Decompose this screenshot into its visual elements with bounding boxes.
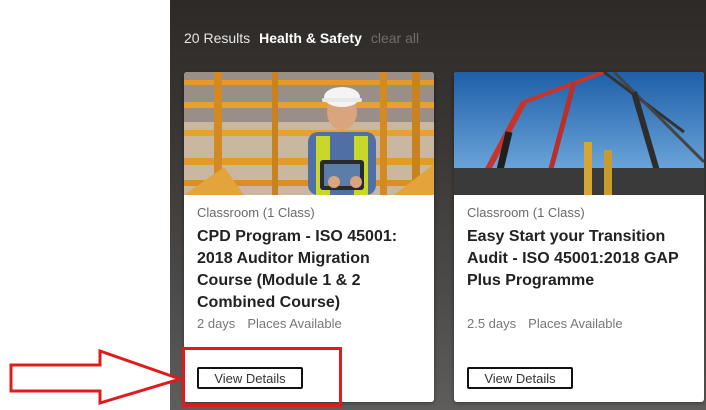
highlight-box [182,347,342,407]
course-duration: 2 days [197,316,236,331]
course-title[interactable]: Easy Start your Transition Audit - ISO 4… [467,226,695,292]
course-meta: 2 days Places Available [197,316,342,331]
course-availability: Places Available [247,316,342,331]
course-type: Classroom (1 Class) [197,205,315,220]
view-details-button[interactable]: View Details [467,367,573,389]
arrow-right-icon [9,348,185,406]
course-image-worker [184,72,434,195]
course-meta: 2.5 days Places Available [467,316,623,331]
results-count: 20 Results [184,30,251,46]
course-image-cranes [454,72,704,195]
course-title[interactable]: CPD Program - ISO 45001: 2018 Auditor Mi… [197,226,425,314]
course-type: Classroom (1 Class) [467,205,585,220]
results-bar: 20 Results Health & Safety clear all [184,28,419,48]
active-filter: Health & Safety [259,30,362,46]
course-availability: Places Available [528,316,623,331]
clear-all-link[interactable]: clear all [371,30,419,46]
course-card[interactable]: Classroom (1 Class) Easy Start your Tran… [454,72,704,402]
course-duration: 2.5 days [467,316,517,331]
